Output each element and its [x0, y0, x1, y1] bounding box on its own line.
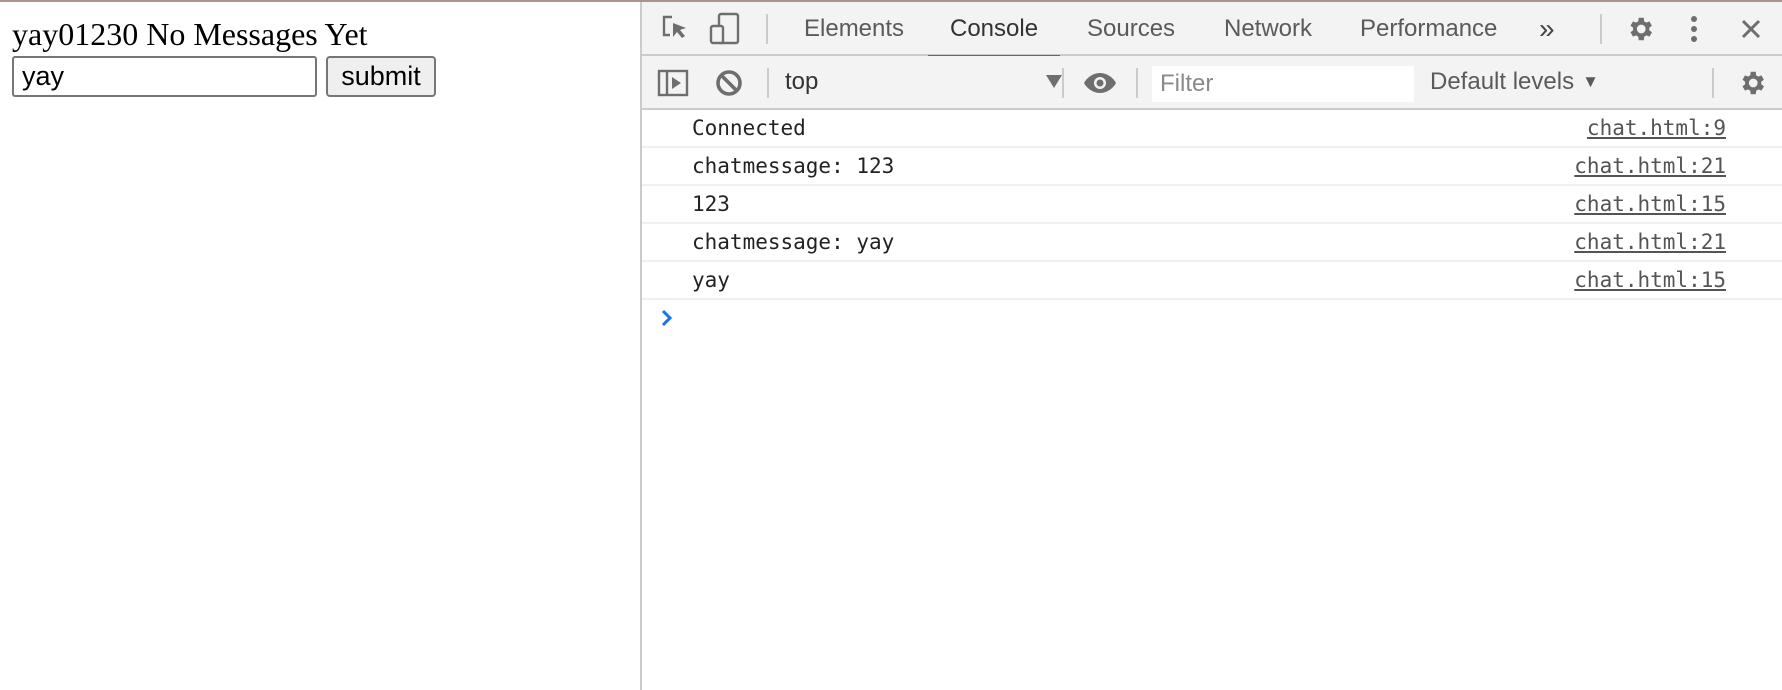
close-devtools-icon[interactable] — [1736, 14, 1766, 44]
tab-label: Console — [950, 15, 1039, 42]
console-output: Connected chat.html:9 chatmessage: 123 c… — [642, 110, 1782, 690]
more-tabs-glyph: » — [1539, 13, 1555, 44]
device-toolbar-icon[interactable] — [708, 12, 742, 46]
devtools-panel: Elements Console Sources Network Perform… — [640, 2, 1782, 690]
context-value: top — [785, 68, 819, 95]
page-content: yay01230 No Messages Yet submit — [0, 2, 640, 690]
console-message: 123 — [692, 192, 730, 216]
separator — [1712, 68, 1714, 98]
console-message: chatmessage: 123 — [692, 154, 895, 178]
separator — [1062, 68, 1064, 98]
console-message: yay — [692, 268, 730, 292]
more-options-icon[interactable] — [1682, 12, 1706, 46]
separator — [766, 14, 768, 44]
page-heading: yay01230 No Messages Yet — [12, 16, 368, 52]
context-selector[interactable]: top — [785, 56, 1070, 108]
tab-console[interactable]: Console — [928, 2, 1061, 58]
tab-label: Elements — [804, 15, 905, 42]
separator — [767, 68, 769, 98]
show-sidebar-icon[interactable] — [656, 66, 690, 100]
console-entry: chatmessage: yay chat.html:21 — [642, 224, 1782, 262]
dropdown-arrow-icon — [1046, 75, 1062, 88]
settings-gear-icon[interactable] — [1622, 12, 1658, 46]
prompt-chevron-icon — [661, 309, 673, 327]
message-input[interactable] — [12, 56, 317, 97]
tab-label: Performance — [1360, 15, 1498, 42]
console-message: chatmessage: yay — [692, 230, 895, 254]
source-link[interactable]: chat.html:21 — [1574, 154, 1726, 178]
console-entry: yay chat.html:15 — [642, 262, 1782, 300]
console-entry: 123 chat.html:15 — [642, 186, 1782, 224]
tab-sources[interactable]: Sources — [1087, 2, 1175, 56]
console-toolbar: top Default levels ▼ — [642, 56, 1782, 110]
submit-button[interactable]: submit — [326, 56, 436, 97]
source-link[interactable]: chat.html:15 — [1574, 192, 1726, 216]
console-entry: chatmessage: 123 chat.html:21 — [642, 148, 1782, 186]
console-message: Connected — [692, 116, 806, 140]
live-expression-eye-icon[interactable] — [1080, 66, 1120, 100]
separator — [1136, 68, 1138, 98]
tab-elements[interactable]: Elements — [804, 2, 904, 56]
console-prompt[interactable] — [642, 300, 1782, 340]
log-levels-dropdown[interactable]: Default levels ▼ — [1430, 56, 1599, 108]
source-link[interactable]: chat.html:9 — [1587, 116, 1726, 140]
dropdown-arrow-icon: ▼ — [1582, 72, 1599, 91]
console-settings-gear-icon[interactable] — [1734, 66, 1770, 100]
tab-performance[interactable]: Performance — [1360, 2, 1497, 56]
tab-network[interactable]: Network — [1224, 2, 1312, 56]
source-link[interactable]: chat.html:15 — [1574, 268, 1726, 292]
devtools-tab-bar: Elements Console Sources Network Perform… — [642, 2, 1782, 58]
inspect-element-icon[interactable] — [658, 12, 692, 46]
separator — [1600, 14, 1602, 44]
console-entry: Connected chat.html:9 — [642, 110, 1782, 148]
filter-input[interactable] — [1152, 66, 1414, 102]
levels-label: Default levels — [1430, 68, 1575, 95]
more-tabs-icon[interactable]: » — [1539, 2, 1555, 56]
tab-label: Sources — [1087, 15, 1176, 42]
tab-label: Network — [1224, 15, 1313, 42]
source-link[interactable]: chat.html:21 — [1574, 230, 1726, 254]
clear-console-icon[interactable] — [712, 66, 746, 100]
